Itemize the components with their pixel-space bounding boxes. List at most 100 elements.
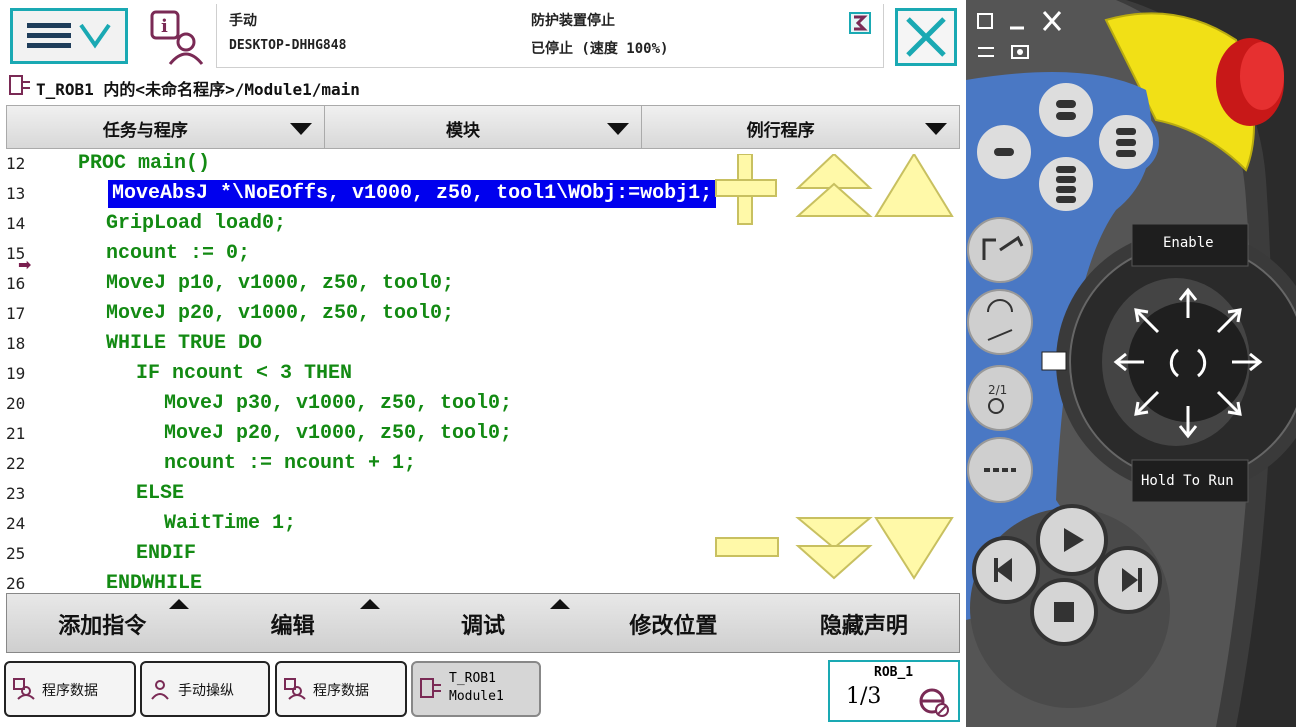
- hide-declarations-button[interactable]: 隐藏声明: [769, 594, 959, 652]
- breadcrumb: T_ROB1 内的<未命名程序>/Module1/main: [0, 70, 966, 102]
- quickset-button[interactable]: ROB_1 1/3: [828, 660, 960, 722]
- code-line[interactable]: 17 MoveJ p20, v1000, z50, tool0;: [0, 300, 966, 330]
- task-program-data-2[interactable]: 程序数据: [275, 661, 407, 717]
- code-line[interactable]: 23 ELSE: [0, 480, 966, 510]
- code-line[interactable]: 21 MoveJ p20, v1000, z50, tool0;: [0, 420, 966, 450]
- chevron-up-icon: [169, 599, 190, 609]
- code-editor[interactable]: 12 PROC main() 13 MoveAbsJ *\NoEOffs, v1000…: [0, 150, 966, 592]
- close-button[interactable]: [895, 8, 957, 66]
- task-program-editor[interactable]: T_ROB1 Module1: [411, 661, 541, 717]
- scroll-bottom-button[interactable]: [874, 517, 954, 580]
- task-bar: 程序数据 手动操纵 程序数据 T_ROB1 Module1: [0, 655, 966, 727]
- routines-dropdown[interactable]: 例行程序: [642, 106, 960, 148]
- modules-dropdown[interactable]: 模块: [324, 106, 643, 148]
- task-label-task: T_ROB1: [449, 671, 496, 686]
- task-jogging[interactable]: 手动操纵: [140, 661, 270, 717]
- svg-text:2/1: 2/1: [988, 383, 1007, 397]
- pendant-hardware: 2/1 Enable Hold To Run: [966, 0, 1296, 727]
- main-menu-button[interactable]: [10, 8, 128, 64]
- line-number: 23: [6, 484, 26, 503]
- task-label: 程序数据: [313, 683, 369, 699]
- programmable-key-4[interactable]: [1033, 151, 1099, 217]
- toggle-motion-mode-button[interactable]: [967, 289, 1033, 355]
- increment-label: 1/3: [846, 684, 882, 709]
- navigation-dropdowns: 任务与程序 模块 例行程序: [6, 105, 960, 149]
- page-up-button[interactable]: [795, 154, 873, 217]
- page-down-button[interactable]: [795, 517, 873, 580]
- start-button[interactable]: [1036, 504, 1108, 576]
- programmable-key-3[interactable]: [1093, 109, 1159, 175]
- code-text: MoveJ p10, v1000, z50, tool0;: [106, 272, 455, 295]
- editor-toolbar: 添加指令 编辑 调试 修改位置 隐藏声明: [6, 593, 960, 653]
- code-text: GripLoad load0;: [106, 212, 287, 235]
- line-number: 22: [6, 454, 26, 473]
- code-text: PROC main(): [78, 152, 211, 175]
- toolbar-label: 调试: [461, 614, 506, 639]
- jogging-icon: [151, 680, 169, 700]
- code-text: ncount := 0;: [106, 242, 251, 265]
- run-state: 已停止 (速度 100%): [531, 41, 669, 57]
- programmable-key-2[interactable]: [1033, 77, 1099, 143]
- code-line[interactable]: 16 MoveJ p10, v1000, z50, tool0;: [0, 270, 966, 300]
- toolbar-label: 修改位置: [629, 614, 718, 639]
- event-log-icon[interactable]: i: [146, 10, 206, 66]
- modify-position-button[interactable]: 修改位置: [578, 594, 768, 652]
- line-number: 16: [6, 274, 26, 293]
- stop-button[interactable]: [1030, 578, 1098, 646]
- code-text: ENDIF: [136, 542, 197, 565]
- line-number: 18: [6, 334, 26, 353]
- line-number: 26: [6, 574, 26, 592]
- zoom-in-button[interactable]: [715, 154, 777, 225]
- hold-to-run-label: Hold To Run: [1141, 473, 1234, 489]
- code-line[interactable]: 20 MoveJ p30, v1000, z50, tool0;: [0, 390, 966, 420]
- program-data-icon: [13, 678, 35, 700]
- scroll-top-button[interactable]: [874, 154, 954, 217]
- code-text: WaitTime 1;: [164, 512, 297, 535]
- toolbar-label: 隐藏声明: [819, 614, 908, 639]
- task-program-data-1[interactable]: 程序数据: [4, 661, 136, 717]
- add-instruction-button[interactable]: 添加指令: [7, 594, 197, 652]
- dropdown-label: 例行程序: [746, 121, 815, 141]
- operating-mode: 手动: [229, 13, 257, 29]
- mechanical-unit-label: ROB_1: [874, 665, 914, 680]
- toolbar-label: 添加指令: [58, 614, 147, 639]
- task-label: 程序数据: [42, 683, 98, 699]
- edit-button[interactable]: 编辑: [197, 594, 387, 652]
- code-text: MoveJ p20, v1000, z50, tool0;: [164, 422, 513, 445]
- code-text: IF ncount < 3 THEN: [136, 362, 353, 385]
- task-label-module: Module1: [449, 689, 504, 704]
- select-mechanical-unit-button[interactable]: [967, 217, 1033, 283]
- code-line[interactable]: 19 IF ncount < 3 THEN: [0, 360, 966, 390]
- line-number: 19: [6, 364, 26, 383]
- chevron-up-icon: [359, 599, 380, 609]
- code-text: ncount := ncount + 1;: [164, 452, 417, 475]
- step-backward-button[interactable]: [972, 536, 1040, 604]
- code-text: ENDWHILE: [106, 572, 203, 592]
- line-number: 13: [6, 184, 26, 203]
- line-number: 14: [6, 214, 26, 233]
- zoom-out-button[interactable]: [715, 537, 779, 557]
- enable-device-label: Enable: [1163, 235, 1214, 251]
- system-name: DESKTOP-DHHG848: [229, 38, 347, 53]
- status-panel[interactable]: 手动 DESKTOP-DHHG848 防护装置停止 已停止 (速度 100%): [216, 4, 884, 68]
- code-line[interactable]: 22 ncount := ncount + 1;: [0, 450, 966, 480]
- toggle-increment-button[interactable]: [967, 437, 1033, 503]
- task-label: 手动操纵: [178, 683, 234, 699]
- joystick-lock-icon: [1041, 351, 1067, 371]
- run-mode-icon: [919, 688, 949, 717]
- line-number: 21: [6, 424, 26, 443]
- line-number: 25: [6, 544, 26, 563]
- toggle-axes-button[interactable]: 2/1: [967, 365, 1033, 431]
- step-forward-button[interactable]: [1094, 546, 1162, 614]
- code-line[interactable]: 18 WHILE TRUE DO: [0, 330, 966, 360]
- debug-button[interactable]: 调试: [388, 594, 578, 652]
- close-icon: [906, 17, 946, 57]
- chevron-down-icon: [289, 123, 312, 135]
- top-bar: i 手动 DESKTOP-DHHG848 防护装置停止 已停止 (速度 100%…: [0, 0, 966, 70]
- tasks-and-programs-dropdown[interactable]: 任务与程序: [7, 106, 325, 148]
- chevron-down-icon: [607, 123, 630, 135]
- code-line[interactable]: 15 ncount := 0;: [0, 240, 966, 270]
- programmable-key-1[interactable]: [971, 119, 1037, 185]
- line-number: 12: [6, 154, 26, 173]
- code-text: ELSE: [136, 482, 185, 505]
